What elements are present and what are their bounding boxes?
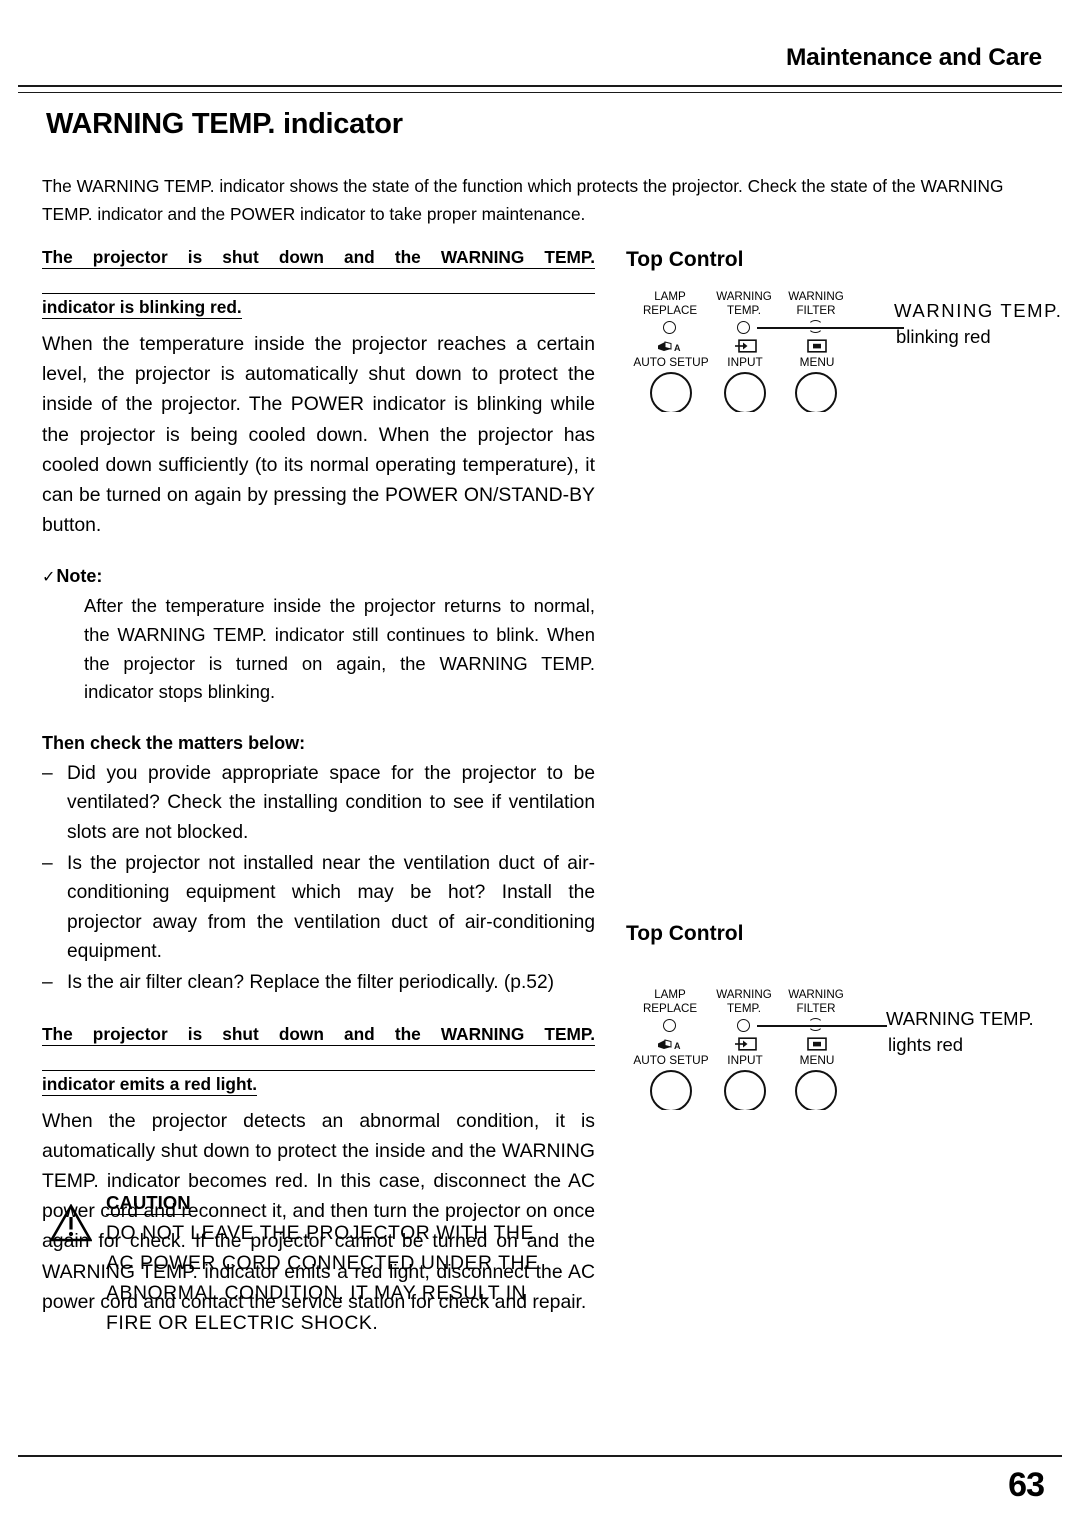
caution-line-4: FIRE OR ELECTRIC SHOCK. [106,1312,379,1334]
caution-body: DO NOT LEAVE THE PROJECTOR WITH THE AC P… [106,1218,597,1338]
caution-block: CAUTION DO NOT LEAVE THE PROJECTOR WITH … [42,1192,597,1338]
callout-warning-temp-blinking: WARNING TEMP. [894,300,1063,321]
indicator-label-warning-filter: WARNING FILTER [774,988,844,1015]
auto-setup-icon: A [658,341,681,353]
led-warning-temp [737,1019,750,1032]
indicator-label-line2: REPLACE [642,1001,698,1015]
section-title: Maintenance and Care [785,44,1042,71]
header-rule-lower [18,92,1062,93]
heading-blinking-red-line2: indicator is blinking red. [42,297,242,319]
callout-leader-line-blinking [757,327,904,329]
list-item-text: Did you provide appropriate space for th… [67,762,595,843]
list-item: – Is the air filter clean? Replace the fi… [42,968,595,998]
heading-red-light: The projector is shut down and the WARNI… [42,1022,595,1097]
top-control-panel-blinking: LAMP REPLACE WARNING TEMP. WARNING FILTE… [626,290,858,412]
callout-warning-temp-lights: WARNING TEMP. [886,1008,1034,1029]
led-lamp-replace [663,321,676,334]
button-auto-setup[interactable] [650,1070,692,1110]
check-icon: ✓ [42,569,56,587]
list-item-text: Is the projector not installed near the … [67,852,595,963]
dash-bullet: – [42,971,53,993]
caution-line-3: ABNORMAL CONDITION. IT MAY RESULT IN [106,1282,527,1304]
page-number: 63 [1008,1466,1045,1504]
button-menu[interactable] [795,372,837,412]
matters-heading: Then check the matters below: [42,732,306,753]
page-header: Maintenance and Care [0,44,1080,94]
warning-triangle-icon [50,1204,92,1242]
heading-red-light-line1: The projector is shut down and the WARNI… [42,1023,595,1071]
caution-heading: CAUTION [106,1192,191,1215]
indicator-label-line2: REPLACE [642,303,698,317]
heading-red-light-line2: indicator emits a red light. [42,1073,258,1096]
matters-list: – Did you provide appropriate space for t… [42,759,595,998]
button-label-menu: MENU [799,1053,835,1067]
auto-setup-icon: A [658,1039,681,1051]
input-icon [735,339,757,353]
paragraph-blinking-red: When the temperature inside the projecto… [42,333,595,537]
list-item: – Is the projector not installed near the… [42,849,595,967]
dash-bullet: – [42,852,53,874]
input-icon [735,1037,757,1051]
caution-text: CAUTION DO NOT LEAVE THE PROJECTOR WITH … [106,1192,597,1338]
intro-paragraph: The WARNING TEMP. indicator shows the st… [42,176,1004,224]
indicator-label-line2: FILTER [796,1001,836,1015]
diagram-top-control-lights: Top Control LAMP REPLACE WARNING TEMP. W… [626,922,1080,1110]
indicator-label-line1: WARNING [788,290,844,303]
led-lamp-replace [663,1019,676,1032]
page-title: WARNING TEMP. indicator [46,108,403,140]
note-label: Note: [56,566,103,587]
heading-blinking-red-line1: The projector is shut down and the WARNI… [42,247,595,294]
svg-text:A: A [674,1041,681,1051]
heading-blinking-red: The projector is shut down and the WARNI… [42,245,595,320]
button-auto-setup[interactable] [650,372,692,412]
list-item-text: Is the air filter clean? Replace the fil… [67,971,555,993]
button-menu[interactable] [795,1070,837,1110]
indicator-label-lamp-replace: LAMP REPLACE [628,290,712,317]
indicator-label-line1: LAMP [654,988,686,1001]
caution-line-1: DO NOT LEAVE THE PROJECTOR WITH THE [106,1222,534,1244]
indicator-label-line1: WARNING [788,988,844,1001]
indicator-label-line2: FILTER [796,303,836,317]
indicator-label-line1: LAMP [654,290,686,303]
led-warning-temp [737,321,750,334]
diagram-title-blinking: Top Control [626,248,744,271]
diagram-title-lights: Top Control [626,922,744,945]
header-rule-upper [18,85,1062,87]
callout-leader-line-lights [757,1025,887,1027]
indicator-label-warning-filter: WARNING FILTER [774,290,858,317]
button-input[interactable] [724,372,766,412]
note-block: ✓Note: After the temperature inside the … [42,566,595,706]
dash-bullet: – [42,762,53,784]
list-item: – Did you provide appropriate space for t… [42,759,595,848]
left-column: The projector is shut down and the WARNI… [42,245,595,1317]
caution-line-2: AC POWER CORD CONNECTED UNDER THE [106,1252,539,1274]
button-label-menu: MENU [799,355,835,369]
top-control-panel-lights: LAMP REPLACE WARNING TEMP. WARNING FILTE… [626,988,844,1110]
button-input[interactable] [724,1070,766,1110]
indicator-label-lamp-replace: LAMP REPLACE [628,988,712,1015]
svg-text:A: A [674,343,681,353]
diagram-top-control-blinking: Top Control LAMP REPLACE WARNING TEMP. W… [626,248,1080,418]
callout-state-blinking-red: blinking red [896,326,991,347]
footer-rule [18,1455,1062,1457]
callout-state-lights-red: lights red [888,1034,964,1055]
menu-icon [807,1037,827,1051]
menu-icon [807,339,827,353]
note-heading: ✓Note: [42,566,595,587]
note-body: After the temperature inside the project… [84,595,595,703]
